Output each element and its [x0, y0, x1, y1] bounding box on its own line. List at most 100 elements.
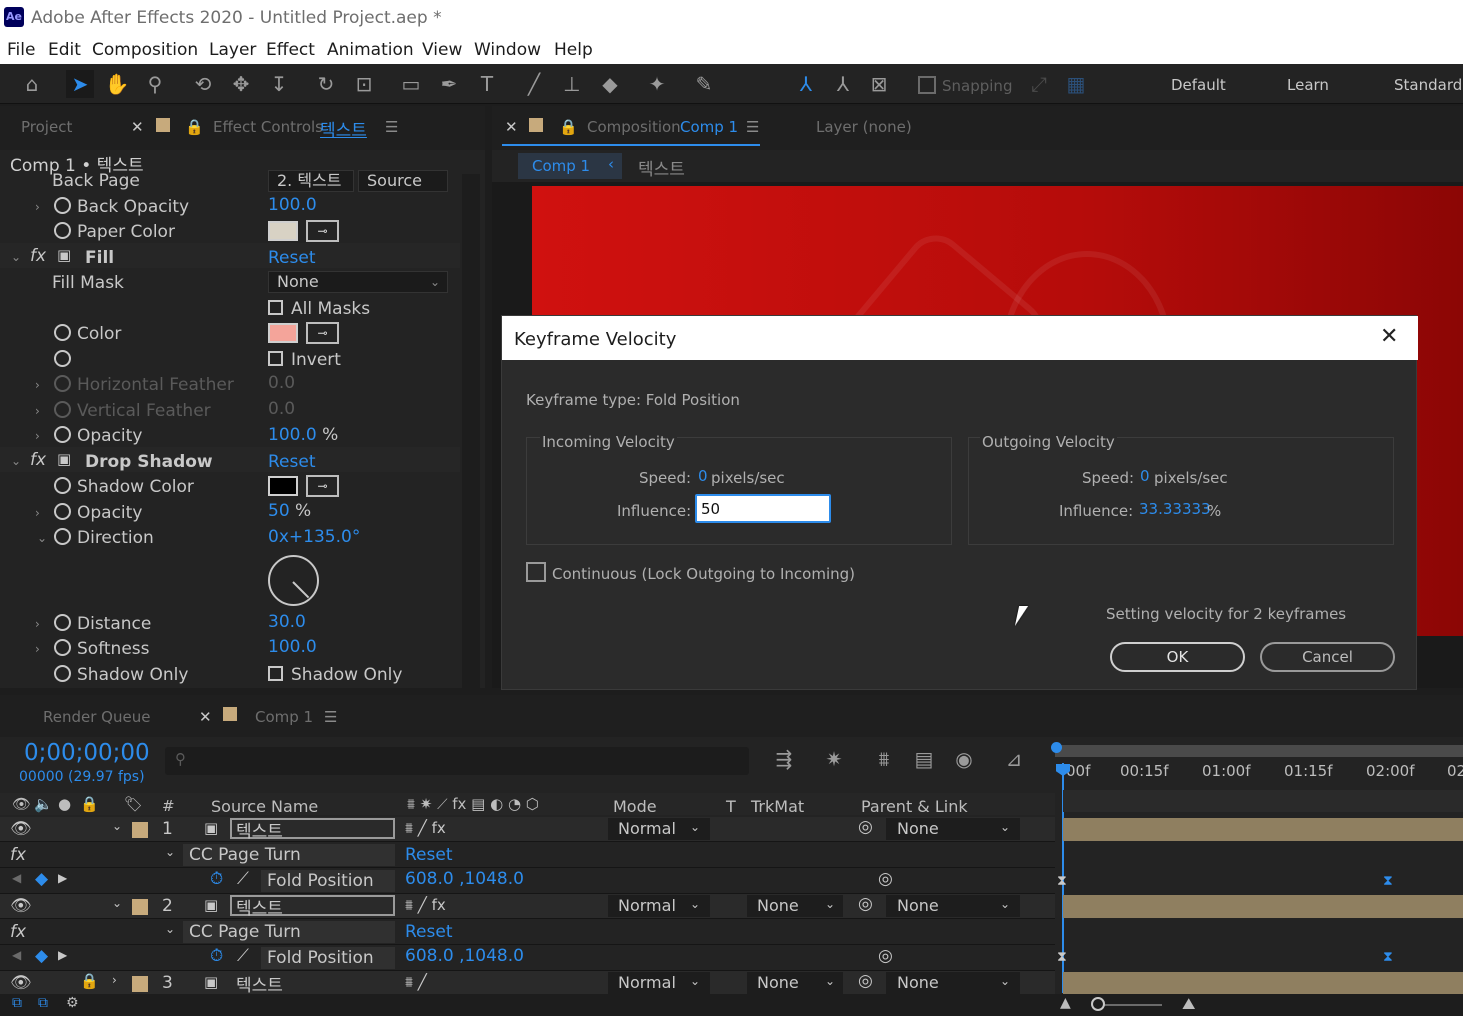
motion-blur-icon[interactable]: ◉ — [950, 745, 978, 773]
eye-icon[interactable]: 👁 — [10, 819, 32, 839]
property-value[interactable]: 608.0 ,1048.0 — [405, 946, 524, 966]
puppet-pin-icon[interactable]: ✎ — [690, 70, 718, 98]
workspace-default[interactable]: Default — [1171, 76, 1226, 94]
tab-effect-controls[interactable]: Effect Controls — [213, 118, 323, 136]
direction-value[interactable]: 0x+135.0° — [268, 527, 360, 547]
tab-layer[interactable]: Layer (none) — [816, 118, 912, 136]
stopwatch-icon[interactable] — [54, 528, 71, 545]
back-page-layer-dropdown[interactable]: 2. 텍스트 — [268, 170, 354, 192]
panel-menu-icon[interactable]: ☰ — [324, 708, 337, 726]
incoming-influence-input[interactable]: 50 — [695, 494, 831, 523]
dolly-camera-icon[interactable]: ↧ — [265, 70, 293, 98]
effect-controls-scrollbar[interactable] — [462, 174, 480, 688]
drop-shadow-reset-link[interactable]: Reset — [268, 452, 316, 472]
collapse-chevron-icon[interactable]: ⌄ — [112, 896, 122, 910]
property-value[interactable]: 608.0 ,1048.0 — [405, 869, 524, 889]
all-masks-checkbox[interactable]: All Masks — [268, 299, 370, 319]
stopwatch-icon[interactable] — [54, 222, 71, 239]
col-source-name[interactable]: Source Name — [211, 797, 318, 816]
eye-icon[interactable]: 👁 — [10, 896, 32, 916]
layer-switches[interactable]: ⩩ ╱ fx — [405, 819, 446, 837]
layer-row-2[interactable]: 👁 ⌄ 2 ▣ 텍스트 ⩩ ╱ fx Normal ⌄ None ⌄ ◎ Non… — [0, 894, 1055, 919]
expand-chevron-icon[interactable]: › — [35, 429, 40, 443]
back-opacity-value[interactable]: 100.0 — [268, 195, 317, 215]
prev-keyframe-icon[interactable]: ◀ — [12, 948, 21, 962]
fill-reset-link[interactable]: Reset — [268, 248, 316, 268]
workspace-learn[interactable]: Learn — [1287, 76, 1329, 94]
shadow-color-swatch[interactable] — [268, 476, 298, 496]
zoom-in-icon[interactable]: ⛰ — [1182, 994, 1195, 1014]
menu-view[interactable]: View — [422, 40, 462, 60]
lock-icon[interactable]: 🔒 — [185, 118, 204, 136]
snap-grid-icon[interactable]: ▦ — [1062, 70, 1090, 98]
current-timecode[interactable]: 0;00;00;00 — [24, 740, 150, 766]
paper-color-swatch[interactable] — [268, 221, 298, 241]
eye-icon[interactable]: 👁 — [10, 973, 32, 993]
close-icon[interactable]: ✕ — [131, 118, 144, 136]
next-keyframe-icon[interactable]: ▶ — [58, 871, 67, 885]
stopwatch-icon[interactable] — [54, 401, 71, 418]
lock-icon[interactable]: 🔒 — [80, 972, 99, 990]
keyframe-marker-selected[interactable]: ⧗ — [1383, 873, 1393, 889]
expression-pickwhip-icon[interactable]: ◎ — [878, 946, 893, 966]
axis-view-icon[interactable]: ⊠ — [865, 70, 893, 98]
ok-button[interactable]: OK — [1110, 642, 1245, 672]
fx-icon[interactable]: fx — [30, 246, 46, 266]
graph-icon[interactable]: ⟋ — [237, 946, 249, 966]
shadow-only-checkbox[interactable]: Shadow Only — [268, 665, 402, 685]
zoom-out-icon[interactable]: ▲ — [1060, 995, 1071, 1011]
breadcrumb-comp-label[interactable]: Comp 1 — [532, 157, 590, 175]
stopwatch-icon[interactable] — [54, 324, 71, 341]
tab-timeline-comp[interactable]: Comp 1 — [255, 708, 313, 726]
fx-icon[interactable]: fx — [10, 845, 26, 865]
shy-layers-icon[interactable]: ⩩ — [870, 745, 898, 773]
snapping-checkbox[interactable] — [918, 76, 936, 94]
keyframe-marker-selected[interactable]: ⧗ — [1383, 949, 1393, 965]
eraser-tool-icon[interactable]: ◆ — [596, 70, 624, 98]
layer-row-1[interactable]: 👁 ⌄ 1 ▣ 텍스트 ⩩ ╱ fx Normal ⌄ ◎ None ⌄ — [0, 817, 1055, 842]
collapse-chevron-icon[interactable]: ⌄ — [112, 819, 122, 833]
menu-file[interactable]: File — [7, 40, 35, 60]
graph-editor-icon[interactable]: ⊿ — [1000, 745, 1028, 773]
close-icon[interactable]: ✕ — [199, 708, 212, 726]
panel-menu-icon[interactable]: ☰ — [746, 118, 759, 136]
collapse-chevron-icon[interactable]: ⌄ — [37, 531, 47, 545]
solo-icon[interactable]: ● — [58, 795, 71, 813]
layer-label-color[interactable] — [132, 976, 148, 992]
expression-pickwhip-icon[interactable]: ◎ — [878, 869, 893, 889]
zoom-slider-handle[interactable] — [1091, 997, 1105, 1011]
breadcrumb-layer[interactable]: 텍스트 — [638, 155, 685, 180]
orbit-camera-icon[interactable]: ⟲ — [189, 70, 217, 98]
workspace-standard[interactable]: Standard — [1394, 76, 1462, 94]
ds-opacity-value[interactable]: 50 % — [268, 501, 311, 521]
roto-brush-icon[interactable]: ✦ — [643, 70, 671, 98]
layer-row-3[interactable]: 👁 🔒 › 3 ▣ 텍스트 ⩩ ╱ Normal ⌄ None ⌄ ◎ None… — [0, 971, 1055, 996]
tab-composition-name[interactable]: Comp 1 — [680, 118, 738, 136]
expand-chevron-icon[interactable]: › — [35, 642, 40, 656]
menu-help[interactable]: Help — [554, 40, 593, 60]
stopwatch-icon[interactable] — [54, 375, 71, 392]
cancel-button[interactable]: Cancel — [1260, 642, 1395, 672]
collapse-chevron-icon[interactable]: ⌄ — [11, 250, 21, 264]
snap-options-icon[interactable]: ⤢ — [1025, 70, 1053, 98]
stopwatch-icon[interactable] — [54, 503, 71, 520]
expand-chevron-icon[interactable]: › — [35, 378, 40, 392]
fx-icon[interactable]: fx — [10, 922, 26, 942]
collapse-chevron-icon[interactable]: ⌄ — [165, 922, 175, 936]
axis-world-icon[interactable]: ⅄ — [829, 70, 857, 98]
incoming-speed-value[interactable]: 0 — [698, 467, 708, 485]
layer-bar-3[interactable] — [1063, 972, 1463, 995]
brush-tool-icon[interactable]: ╱ — [520, 70, 548, 98]
pickwhip-icon[interactable]: ◎ — [858, 817, 873, 837]
expand-chevron-icon[interactable]: › — [35, 404, 40, 418]
speaker-icon[interactable]: 🔈 — [34, 795, 53, 813]
eye-icon[interactable]: 👁 — [12, 795, 31, 813]
keyframe-icon[interactable]: ◆ — [35, 946, 48, 966]
selection-tool-icon[interactable]: ➤ — [66, 70, 94, 98]
menu-animation[interactable]: Animation — [327, 40, 414, 60]
effect-reset-link[interactable]: Reset — [405, 845, 453, 865]
work-area-start[interactable] — [1051, 742, 1062, 753]
continuous-checkbox[interactable] — [526, 562, 546, 582]
stopwatch-icon[interactable]: ⏱ — [210, 869, 223, 889]
layer-search-input[interactable]: ⚲ — [165, 747, 749, 775]
